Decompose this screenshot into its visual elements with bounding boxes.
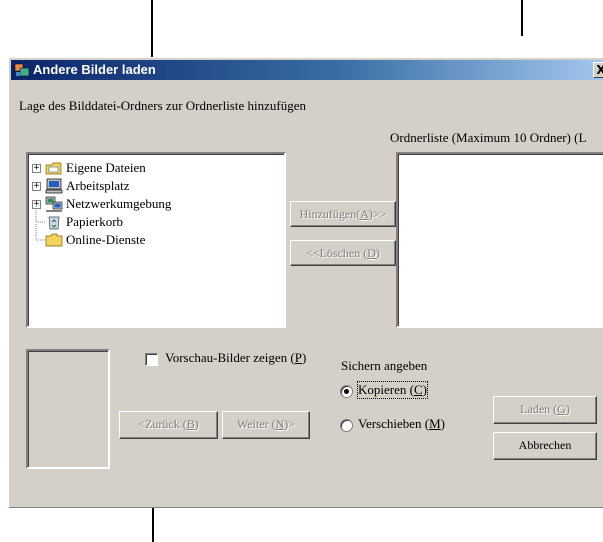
preview-area	[26, 349, 110, 469]
tree-item-label: Arbeitsplatz	[66, 178, 130, 193]
move-radio[interactable]	[340, 419, 353, 432]
instruction-label: Lage des Bilddatei-Ordners zur Ordnerlis…	[19, 98, 306, 113]
preview-checkbox[interactable]	[145, 353, 158, 366]
close-button[interactable]: X	[593, 62, 603, 78]
dialog-window: Andere Bilder laden X Lage des Bilddatei…	[8, 57, 603, 508]
next-button[interactable]: Weiter (N)>	[222, 411, 310, 439]
tree-item-label: Netzwerkumgebung	[66, 196, 172, 211]
folder-tree[interactable]: + Eigene Dateien + Arbeitsplatz + Netzwe…	[26, 152, 286, 328]
preview-checkbox-label[interactable]: Vorschau-Bilder zeigen (P)	[165, 350, 306, 366]
move-radio-label[interactable]: Verschieben (M)	[358, 416, 445, 432]
tree-item-label: Papierkorb	[66, 214, 124, 229]
my-computer-icon	[45, 178, 63, 194]
copy-radio-label[interactable]: Kopieren (C)	[357, 381, 428, 399]
network-icon	[45, 196, 63, 212]
delete-button[interactable]: <<Löschen (D)	[290, 240, 396, 266]
window-title: Andere Bilder laden	[33, 62, 156, 77]
title-bar[interactable]: Andere Bilder laden X	[11, 60, 603, 80]
folder-list-label: Ordnerliste (Maximum 10 Ordner) (L	[390, 130, 587, 145]
folder-list[interactable]	[396, 152, 603, 328]
tree-item-label: Online-Dienste	[66, 232, 146, 247]
my-documents-icon	[45, 162, 62, 175]
folder-icon	[45, 233, 63, 247]
add-button[interactable]: Hinzufügen(A)>>	[290, 201, 396, 227]
cancel-button[interactable]: Abbrechen	[493, 432, 597, 460]
radio-selected-dot	[344, 389, 349, 394]
tree-connector-icon	[35, 206, 45, 223]
expand-icon[interactable]: +	[32, 182, 41, 191]
load-button[interactable]: Laden (G)	[493, 396, 597, 424]
app-icon	[14, 63, 30, 77]
tree-item-label: Eigene Dateien	[66, 160, 146, 175]
save-options-label: Sichern angeben	[341, 358, 428, 373]
copy-radio[interactable]	[340, 385, 353, 398]
recycle-bin-icon	[48, 216, 60, 230]
expand-icon[interactable]: +	[32, 164, 41, 173]
callout-line-top-right	[521, 0, 523, 36]
tree-connector-icon	[35, 224, 45, 241]
back-button[interactable]: <Zurück (B)	[119, 411, 218, 439]
